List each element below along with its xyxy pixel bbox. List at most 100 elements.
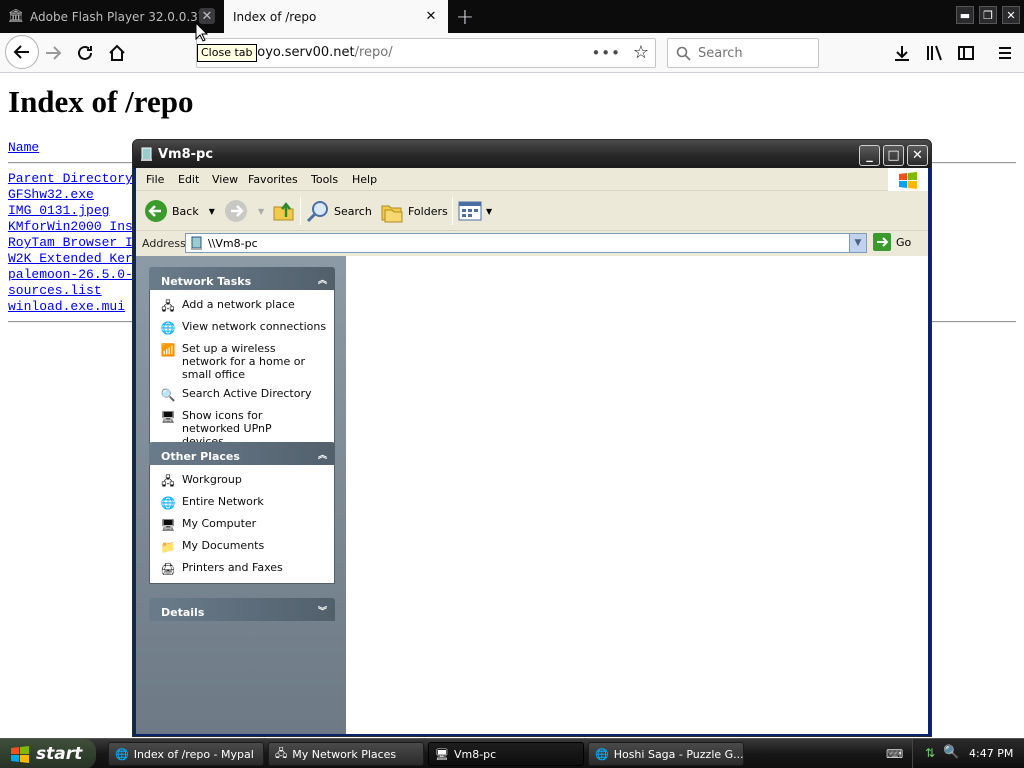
menu-button[interactable] — [990, 38, 1020, 68]
file-link[interactable]: palemoon-26.5.0- — [8, 267, 133, 282]
task-my-network-places[interactable]: 🖧 My Network Places — [268, 742, 424, 766]
place-label: My Documents — [182, 539, 265, 552]
chevron-down-icon[interactable]: ▼ — [849, 234, 866, 252]
library-icon — [927, 45, 942, 61]
forward-button[interactable]: ▼ — [224, 198, 264, 224]
column-header-name[interactable]: Name — [8, 140, 39, 155]
new-tab-button[interactable]: + — [452, 4, 478, 30]
go-button[interactable]: Go — [873, 233, 911, 251]
menu-edit[interactable]: Edit — [178, 173, 199, 186]
tab-flash-player[interactable]: 🏛 Adobe Flash Player 32.0.0.371 – Ar ✕ — [0, 0, 224, 33]
chevron-down-icon: ▼ — [258, 206, 265, 216]
views-button[interactable]: ▼ — [458, 198, 492, 224]
page-actions-icon[interactable]: ••• — [591, 44, 621, 62]
bookmark-star-icon[interactable]: ☆ — [633, 42, 649, 63]
task-view-network-connections[interactable]: 🌐 View network connections — [160, 320, 334, 336]
network-tasks-header[interactable]: Network Tasks ︽ — [149, 267, 335, 290]
restore-button[interactable]: ❐ — [979, 6, 997, 24]
back-arrow-icon — [145, 200, 167, 222]
file-link[interactable]: RoyTam Browser I — [8, 235, 133, 250]
taskbar: start 🌐 Index of /repo - Mypal 🖧 My Netw… — [0, 738, 1024, 768]
close-tab-icon[interactable]: ✕ — [423, 8, 439, 24]
task-add-network-place[interactable]: 🖧 Add a network place — [160, 298, 334, 314]
place-workgroup[interactable]: 🖧 Workgroup — [160, 473, 334, 489]
windows-logo-icon — [888, 168, 928, 191]
file-link[interactable]: W2K Extended Ker — [8, 251, 133, 266]
back-button[interactable] — [5, 35, 39, 69]
folders-button[interactable]: Folders — [380, 198, 448, 224]
place-label: Workgroup — [182, 473, 242, 486]
tab-index-of-repo[interactable]: Index of /repo ✕ — [224, 0, 448, 33]
file-link[interactable]: IMG_0131.jpeg — [8, 203, 133, 218]
menu-help[interactable]: Help — [352, 173, 377, 186]
search-bar[interactable]: Search — [667, 38, 819, 68]
content-pane[interactable] — [346, 256, 928, 734]
download-icon — [895, 46, 909, 61]
expand-icon[interactable]: ︾ — [318, 604, 327, 617]
close-window-button[interactable]: ✕ — [907, 145, 928, 166]
file-link[interactable]: sources.list — [8, 283, 133, 298]
task-search-active-directory[interactable]: 🔍 Search Active Directory — [160, 387, 334, 403]
explorer-title-bar[interactable]: Vm8-pc _ □ ✕ — [133, 140, 931, 168]
up-folder-button[interactable] — [272, 198, 296, 224]
menu-tools[interactable]: Tools — [311, 173, 338, 186]
url-text[interactable]: poyo.serv00.net/repo/ — [249, 45, 393, 60]
url-host: poyo.serv00.net — [249, 45, 355, 60]
task-label: Index of /repo - Mypal — [133, 747, 254, 761]
task-label: View network connections — [182, 320, 327, 333]
home-button[interactable] — [102, 38, 132, 68]
computer-icon — [191, 236, 202, 250]
minimize-button[interactable]: ▬ — [956, 6, 974, 24]
forward-button[interactable] — [38, 38, 68, 68]
computer-icon — [141, 147, 152, 161]
panel-title: Other Places — [161, 450, 240, 463]
explorer-menu-bar: File Edit View Favorites Tools Help — [136, 168, 928, 191]
url-path: /repo/ — [354, 45, 393, 60]
file-link[interactable]: KMforWin2000_Ins — [8, 219, 133, 234]
network-tray-icon[interactable]: ⇅ — [925, 746, 935, 760]
place-my-computer[interactable]: 🖥 My Computer — [160, 517, 334, 533]
browser-toolbar: poyo.serv00.net/repo/ ••• ☆ Search — [0, 33, 1024, 73]
task-mypal[interactable]: 🌐 Index of /repo - Mypal — [108, 742, 264, 766]
url-bar[interactable]: poyo.serv00.net/repo/ ••• ☆ — [196, 38, 656, 68]
search-tray-icon[interactable]: 🔍 — [943, 745, 959, 760]
keyboard-icon[interactable]: ⌨ — [886, 747, 903, 761]
maximize-button[interactable]: □ — [883, 145, 904, 166]
reload-button[interactable] — [70, 38, 100, 68]
computer-icon: 🖥 — [160, 517, 176, 532]
downloads-button[interactable] — [887, 38, 917, 68]
task-label: My Network Places — [292, 747, 397, 761]
search-button[interactable]: Search — [306, 198, 372, 224]
library-button[interactable] — [920, 38, 950, 68]
task-hoshi-saga[interactable]: 🌐 Hoshi Saga - Puzzle G... — [588, 742, 744, 766]
place-my-documents[interactable]: 📁 My Documents — [160, 539, 334, 555]
task-setup-wireless[interactable]: 📶 Set up a wireless network for a home or… — [160, 342, 334, 381]
sidebar-button[interactable] — [951, 38, 981, 68]
collapse-icon[interactable]: ︽ — [318, 273, 327, 286]
menu-view[interactable]: View — [212, 173, 238, 186]
chevron-down-icon[interactable]: ▼ — [209, 207, 215, 216]
menu-file[interactable]: File — [146, 173, 164, 186]
other-places-header[interactable]: Other Places ︽ — [149, 442, 335, 465]
start-button[interactable]: start — [0, 739, 96, 768]
place-entire-network[interactable]: 🌐 Entire Network — [160, 495, 334, 511]
details-header[interactable]: Details ︾ — [149, 598, 335, 621]
clock[interactable]: 4:47 PM — [969, 747, 1013, 760]
close-window-button[interactable]: ✕ — [1002, 6, 1020, 24]
toolbar-separator — [452, 197, 453, 225]
collapse-icon[interactable]: ︽ — [318, 448, 327, 461]
explorer-window: Vm8-pc _ □ ✕ File Edit View Favorites To… — [132, 139, 932, 737]
address-value: \\Vm8-pc — [208, 237, 258, 250]
other-places-panel: Other Places ︽ 🖧 Workgroup 🌐 Entire Networ… — [149, 442, 335, 584]
file-link[interactable]: GFShw32.exe — [8, 187, 133, 202]
task-vm8-pc[interactable]: 🖥 Vm8-pc — [428, 742, 584, 766]
address-field[interactable]: \\Vm8-pc ▼ — [185, 233, 867, 253]
folders-label: Folders — [408, 204, 448, 218]
minimize-button[interactable]: _ — [859, 145, 880, 166]
place-printers-and-faxes[interactable]: 🖨 Printers and Faxes — [160, 561, 334, 577]
back-button[interactable]: Back ▼ — [144, 198, 215, 224]
printer-icon: 🖨 — [160, 561, 176, 576]
file-link[interactable]: winload.exe.mui — [8, 299, 133, 314]
menu-favorites[interactable]: Favorites — [248, 173, 298, 186]
file-link[interactable]: Parent Directory — [8, 171, 133, 186]
